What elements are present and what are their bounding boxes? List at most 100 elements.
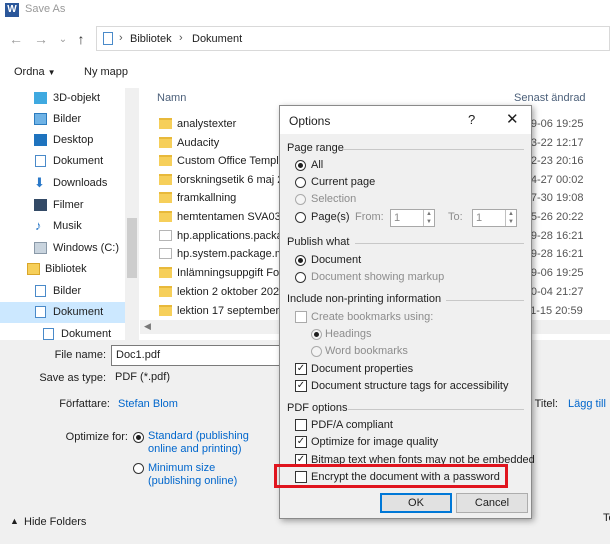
- file-name: analystexter: [177, 118, 237, 130]
- scroll-left-icon[interactable]: ◀: [144, 321, 151, 332]
- checkbox-document-properties[interactable]: ✓: [295, 363, 307, 375]
- radio-current-page-label[interactable]: Current page: [311, 176, 375, 188]
- forward-arrow-icon[interactable]: →: [31, 31, 51, 47]
- sidebar-item-3d-objects[interactable]: 3D-objekt: [0, 88, 125, 109]
- breadcrumb-separator: ›: [119, 32, 123, 44]
- help-icon[interactable]: ?: [468, 112, 475, 127]
- document-properties-label[interactable]: Document properties: [311, 363, 413, 375]
- radio-document-label[interactable]: Document: [311, 254, 361, 266]
- column-header-name[interactable]: Namn: [157, 92, 186, 104]
- document-icon: [35, 155, 46, 167]
- recent-dropdown-icon[interactable]: ⌄: [53, 34, 73, 45]
- word-icon: W: [5, 3, 19, 17]
- breadcrumb-bibliotek[interactable]: Bibliotek: [130, 33, 172, 45]
- up-arrow-icon[interactable]: ↑: [71, 31, 91, 47]
- sidebar-item-downloads[interactable]: ⬇ Downloads: [0, 173, 125, 194]
- checkbox-structure-tags[interactable]: ✓: [295, 380, 307, 392]
- back-arrow-icon[interactable]: ←: [6, 31, 26, 47]
- radio-document-markup[interactable]: [295, 272, 306, 283]
- sidebar-item-films[interactable]: Filmer: [0, 195, 125, 216]
- close-icon[interactable]: ✕: [506, 110, 519, 128]
- organize-button[interactable]: Ordna ▼: [14, 66, 56, 78]
- sidebar-item-desktop[interactable]: Desktop: [0, 130, 125, 151]
- sidebar-item-music[interactable]: ♪ Musik: [0, 216, 125, 237]
- spinner-arrows-icon[interactable]: ▲ ▼: [423, 210, 434, 226]
- radio-document[interactable]: [295, 255, 306, 266]
- radio-pages-label[interactable]: Page(s): [311, 211, 350, 223]
- title-value[interactable]: Lägg till: [568, 398, 606, 410]
- spinner-arrows-icon[interactable]: ▲ ▼: [505, 210, 516, 226]
- optimize-quality-label[interactable]: Optimize for image quality: [311, 436, 438, 448]
- sidebar-item-label: Windows (C:): [53, 242, 120, 254]
- folder-icon: [159, 305, 172, 316]
- sidebar-item-label: Dokument: [53, 306, 104, 318]
- filename-label: File name:: [54, 349, 106, 361]
- pictures-icon: [34, 113, 47, 125]
- sidebar-item-library[interactable]: Bibliotek: [0, 259, 125, 280]
- sidebar-item-label: Desktop: [53, 134, 94, 146]
- sidebar-item-label: Musik: [53, 220, 82, 232]
- radio-all[interactable]: [295, 160, 306, 171]
- savetype-label: Save as type:: [39, 372, 106, 384]
- to-spinner[interactable]: 1 ▲ ▼: [472, 209, 517, 227]
- sidebar-item-pictures[interactable]: Bilder: [0, 109, 125, 130]
- optimize-standard-label[interactable]: Standard (publishing online and printing…: [148, 430, 266, 456]
- download-icon: ⬇: [34, 175, 45, 190]
- radio-standard[interactable]: [133, 432, 144, 443]
- sidebar-item-library-pictures[interactable]: Bilder: [0, 281, 125, 302]
- sidebar-scrollbar[interactable]: [125, 88, 139, 340]
- filename-input[interactable]: Doc1.pdf: [111, 345, 291, 366]
- radio-selection-label: Selection: [311, 193, 357, 205]
- pdfa-label[interactable]: PDF/A compliant: [311, 419, 393, 431]
- radio-minimum[interactable]: [133, 463, 144, 474]
- sidebar-item-library-documents[interactable]: Dokument: [0, 302, 125, 323]
- drive-icon: [34, 242, 47, 254]
- new-folder-button[interactable]: Ny mapp: [84, 66, 128, 78]
- radio-current-page[interactable]: [295, 177, 306, 188]
- cancel-button[interactable]: Cancel: [456, 493, 528, 513]
- publish-what-heading: Publish what: [287, 236, 350, 248]
- library-icon: [103, 32, 113, 45]
- divider: [446, 300, 524, 301]
- chevron-down-icon: ▼: [47, 68, 56, 77]
- file-name: lektion 2 oktober 2020: [177, 286, 286, 298]
- title-bar: W Save As: [0, 0, 610, 22]
- document-icon: [35, 306, 46, 318]
- pictures-icon: [35, 285, 46, 297]
- ok-button[interactable]: OK: [380, 493, 452, 513]
- sidebar-item-drive-c[interactable]: Windows (C:): [0, 238, 125, 259]
- folder-icon: [159, 155, 172, 166]
- pdf-options-heading: PDF options: [287, 402, 348, 414]
- savetype-select[interactable]: PDF (*.pdf): [111, 368, 291, 389]
- from-label: From:: [355, 211, 384, 223]
- cube-icon: [34, 92, 47, 104]
- folder-icon: [159, 192, 172, 203]
- library-icon: [27, 263, 40, 275]
- from-spinner[interactable]: 1 ▲ ▼: [390, 209, 435, 227]
- chevron-up-icon[interactable]: ▲: [10, 516, 19, 526]
- film-icon: [34, 199, 47, 211]
- structure-tags-label[interactable]: Document structure tags for accessibilit…: [311, 380, 508, 392]
- folder-icon: [159, 137, 172, 148]
- checkbox-optimize-quality[interactable]: ✓: [295, 436, 307, 448]
- radio-word-bookmarks: [311, 346, 322, 357]
- tools-button-partial[interactable]: Te: [603, 512, 610, 524]
- folder-icon: [159, 286, 172, 297]
- column-header-date[interactable]: Senast ändrad: [514, 92, 586, 104]
- scrollbar-thumb[interactable]: [127, 218, 137, 278]
- radio-pages[interactable]: [295, 212, 306, 223]
- radio-all-label[interactable]: All: [311, 159, 323, 171]
- command-toolbar: Ordna ▼ Ny mapp: [0, 60, 610, 84]
- folder-icon: [159, 211, 172, 222]
- music-icon: ♪: [35, 218, 42, 233]
- checkbox-pdfa[interactable]: [295, 419, 307, 431]
- divider: [343, 149, 524, 150]
- address-bar[interactable]: › Bibliotek › Dokument: [96, 26, 610, 51]
- breadcrumb-dokument[interactable]: Dokument: [192, 33, 242, 45]
- authors-value[interactable]: Stefan Blom: [118, 398, 178, 410]
- hide-folders-button[interactable]: Hide Folders: [24, 516, 86, 528]
- authors-label: Författare:: [59, 398, 110, 410]
- optimize-minimum-label[interactable]: Minimum size (publishing online): [148, 462, 266, 488]
- radio-document-markup-label[interactable]: Document showing markup: [311, 271, 444, 283]
- sidebar-item-documents[interactable]: Dokument: [0, 151, 125, 172]
